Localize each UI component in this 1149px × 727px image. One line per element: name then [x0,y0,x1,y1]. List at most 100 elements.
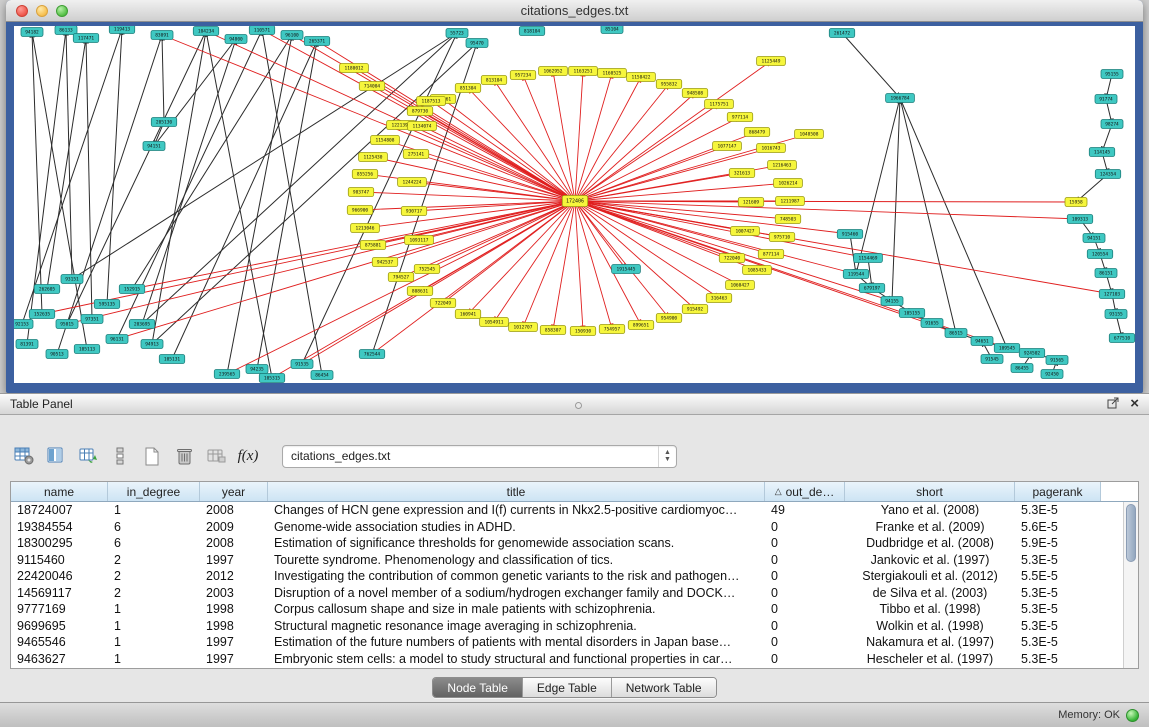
network-table-select[interactable]: citations_edges.txt ▲▼ [282,445,677,468]
network-node[interactable]: 875881 [360,241,385,250]
network-canvas[interactable]: 1724061211987748503975710877114108543310… [14,26,1135,383]
network-node[interactable]: 1016743 [757,144,786,153]
network-node[interactable]: 677510 [1109,334,1134,343]
network-node[interactable]: 93155 [1105,310,1127,319]
network-node[interactable]: 95155 [1101,70,1123,79]
network-node[interactable]: 91774 [1095,95,1117,104]
network-node[interactable]: 1180012 [340,64,369,73]
table-row[interactable]: 1456911722003Disruption of a novel membe… [11,585,1123,602]
network-node[interactable]: 1244224 [398,178,427,187]
table-row[interactable]: 969969511998Structural magnetic resonanc… [11,618,1123,635]
column-header-name[interactable]: name [11,482,108,501]
network-node[interactable]: 930717 [401,207,426,216]
network-node[interactable]: 1216463 [768,161,797,170]
network-node[interactable]: 239565 [214,370,239,379]
tab-edge-table[interactable]: Edge Table [522,678,611,697]
delete-table-icon[interactable] [170,443,198,469]
network-node[interactable]: 94651 [971,337,993,346]
network-node[interactable]: 1048508 [795,130,824,139]
network-node[interactable]: 96131 [106,335,128,344]
zoom-window-button[interactable] [56,5,68,17]
network-node[interactable]: 975710 [769,233,794,242]
network-node[interactable]: 595135 [94,300,119,309]
network-node[interactable]: 93151 [61,275,83,284]
network-node[interactable]: 172406 [562,196,587,207]
table-row[interactable]: 2242004622012Investigating the contribut… [11,568,1123,585]
network-node[interactable]: 762544 [359,350,384,359]
network-node[interactable]: 91535 [291,360,313,369]
network-node[interactable]: 15958 [1065,198,1087,207]
table-row[interactable]: 977716911998Corpus callosum shape and si… [11,601,1123,618]
network-node[interactable]: 96100 [281,31,303,40]
network-node[interactable]: 262605 [34,285,59,294]
network-node[interactable]: 105131 [159,355,184,364]
network-node[interactable]: 1160525 [598,69,627,78]
network-node[interactable]: 915460 [837,230,862,239]
network-node[interactable]: 977114 [727,113,752,122]
network-node[interactable]: 117471 [73,34,98,43]
network-node[interactable]: 851304 [455,84,480,93]
map-table-icon[interactable] [202,443,230,469]
network-node[interactable]: 722040 [719,254,744,263]
network-node[interactable]: 105155 [899,309,924,318]
network-node[interactable]: 1187513 [417,97,446,106]
network-node[interactable]: 94151 [1083,234,1105,243]
network-node[interactable]: 98274 [1101,120,1123,129]
network-node[interactable]: 924502 [1019,349,1044,358]
network-node[interactable]: 1026214 [774,179,803,188]
network-node[interactable]: 109313 [1067,215,1092,224]
network-node[interactable]: 1007427 [731,227,760,236]
network-node[interactable]: 265371 [304,37,329,46]
network-node[interactable]: 321613 [729,169,754,178]
close-window-button[interactable] [16,5,28,17]
network-node[interactable]: 105113 [74,345,99,354]
network-node[interactable]: 1093117 [405,236,434,245]
network-node[interactable]: 203695 [129,320,154,329]
table-row[interactable]: 946554611997Estimation of the future num… [11,634,1123,651]
network-node[interactable]: 150930 [570,327,595,336]
network-node[interactable]: 94155 [881,297,903,306]
network-node[interactable]: 114145 [1089,148,1114,157]
network-node[interactable]: 160941 [455,310,480,319]
network-node[interactable]: 1125449 [757,57,786,66]
network-node[interactable]: 954900 [656,314,681,323]
network-node[interactable]: 1012707 [509,323,538,332]
network-node[interactable]: 858307 [540,326,565,335]
network-node[interactable]: 808631 [407,287,432,296]
network-node[interactable]: 983747 [348,188,373,197]
network-node[interactable]: 1154808 [371,136,400,145]
network-node[interactable]: 957234 [510,71,535,80]
close-panel-icon[interactable]: × [1130,397,1139,411]
network-node[interactable]: 91545 [981,355,1003,364]
network-node[interactable]: 1062952 [539,67,568,76]
network-node[interactable]: 915492 [682,305,707,314]
panel-resize-handle[interactable] [575,402,582,409]
table-row[interactable]: 1938455462009Genome-wide association stu… [11,519,1123,536]
tab-network-table[interactable]: Network Table [611,678,716,697]
column-header-title[interactable]: title [268,482,765,501]
new-table-icon[interactable] [138,443,166,469]
network-node[interactable]: 275141 [403,150,428,159]
table-settings-icon[interactable] [10,443,38,469]
network-node[interactable]: 81391 [16,340,38,349]
column-header-short[interactable]: short [845,482,1015,501]
table-row[interactable]: 911546021997Tourette syndrome. Phenomeno… [11,552,1123,569]
network-node[interactable]: 855256 [352,170,377,179]
network-node[interactable]: 1154469 [854,254,883,263]
network-node[interactable]: 94800 [225,35,247,44]
network-node[interactable]: 205130 [151,118,176,127]
import-table-icon[interactable] [74,443,102,469]
network-node[interactable]: 94913 [141,340,163,349]
minimize-window-button[interactable] [36,5,48,17]
network-node[interactable]: 94151 [143,142,165,151]
network-node[interactable]: 1915445 [612,265,641,274]
network-node[interactable]: 121609 [738,198,763,207]
network-node[interactable]: 1054911 [480,318,509,327]
network-node[interactable]: 754957 [599,325,624,334]
network-node[interactable]: 109545 [994,344,1019,353]
network-node[interactable]: 1211987 [776,197,805,206]
network-node[interactable]: 127103 [1099,290,1124,299]
network-node[interactable]: 83091 [151,31,173,40]
network-node[interactable]: 942537 [372,258,397,267]
network-node[interactable]: 91655 [921,319,943,328]
